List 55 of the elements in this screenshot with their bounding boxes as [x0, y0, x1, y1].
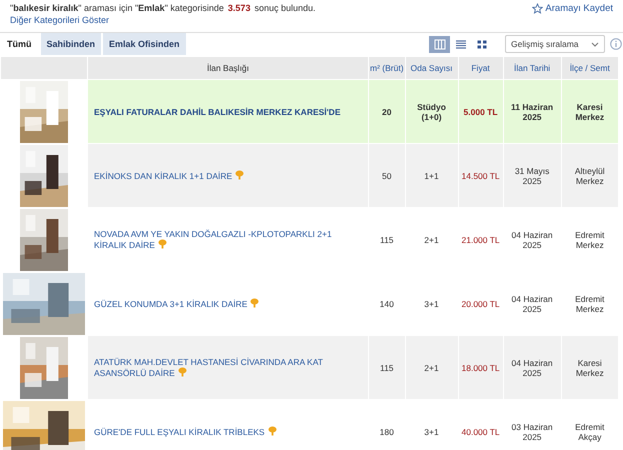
filter-tab[interactable]: Sahibinden [40, 33, 102, 55]
column-header: İlan Başlığı [88, 57, 368, 79]
date-cell: 31 Mayıs 2025 [514, 166, 550, 186]
date-cell: 04 Haziran 2025 [512, 230, 553, 250]
rooms-cell: 2+1 [424, 234, 439, 244]
column-header[interactable]: İlan Tarihi [504, 57, 561, 79]
grid-view-icon [476, 38, 488, 50]
date-cell: 04 Haziran 2025 [512, 294, 553, 314]
listing-title-link[interactable]: NOVADA AVM YE YAKIN DOĞALGAZLI -KPLOTOPARKLI 2+1 KİRALIK DAİRE [94, 229, 362, 250]
area-cell: 140 [380, 298, 394, 308]
listing-title-link[interactable]: EŞYALI FATURALAR DAHİL BALIKESİR MERKEZ KARESİ'DE [94, 106, 362, 116]
district-cell: Edremit Akçay [575, 422, 604, 442]
rooms-cell: Stüdyo (1+0) [417, 102, 446, 122]
list-view-icon [454, 38, 466, 50]
column-header[interactable]: Fiyat [458, 57, 503, 79]
area-cell: 115 [380, 362, 394, 372]
price-cell: 18.000 TL [462, 362, 500, 372]
district-cell: Edremit Merkez [575, 230, 604, 250]
area-cell: 50 [382, 170, 392, 180]
district-cell: Edremit Merkez [575, 294, 604, 314]
date-cell: 11 Haziran 2025 [511, 102, 554, 122]
rooms-cell: 3+1 [424, 426, 439, 436]
rooms-cell: 3+1 [424, 298, 439, 308]
rooms-cell: 1+1 [424, 170, 439, 180]
price-cell: 21.000 TL [462, 234, 500, 244]
price-cell: 20.000 TL [462, 298, 500, 308]
district-cell: Karesi Merkez [575, 102, 604, 122]
listing-title-link[interactable]: GÜZEL KONUMDA 3+1 KİRALIK DAİRE [94, 298, 362, 309]
categories-link[interactable]: Diğer Kategorileri Göster [10, 15, 316, 25]
rooms-cell: 2+1 [424, 362, 439, 372]
result-suffix: sonuç bulundu. [254, 3, 316, 13]
star-icon [532, 3, 544, 14]
chevron-down-icon [591, 42, 599, 46]
price-cell: 14.500 TL [462, 170, 500, 180]
column-header[interactable]: m² (Brüt) [369, 57, 405, 79]
district-cell: Altıeylül Merkez [574, 166, 605, 186]
date-cell: 04 Haziran 2025 [512, 358, 553, 378]
save-search-link[interactable]: Aramayı Kaydet [532, 3, 613, 14]
sort-dropdown[interactable]: Gelişmiş sıralama [505, 35, 605, 53]
district-cell: Karesi Merkez [576, 358, 604, 378]
filter-tab[interactable]: Emlak Ofisinden [103, 33, 186, 55]
result-count: 3.573 [228, 3, 250, 13]
listing-title-link[interactable]: EKİNOKS DAN KİRALIK 1+1 DAİRE [94, 170, 362, 181]
listing-title-link[interactable]: GÜRE'DE FULL EŞYALI KİRALIK TRİBLEKS [94, 426, 362, 437]
area-cell: 115 [380, 234, 394, 244]
info-icon [610, 38, 622, 50]
table-view-icon [434, 38, 446, 50]
column-header[interactable]: İlçe / Semt [562, 57, 618, 79]
price-cell: 5.000 TL [464, 106, 498, 116]
column-header[interactable]: Oda Sayısı [406, 57, 458, 79]
date-cell: 03 Haziran 2025 [512, 422, 553, 442]
area-cell: 180 [380, 426, 394, 436]
result-summary: "balıkesir kiralık" araması için "Emlak" kategorisinde [10, 3, 224, 13]
price-cell: 40.000 TL [462, 426, 500, 436]
area-cell: 20 [382, 106, 392, 116]
